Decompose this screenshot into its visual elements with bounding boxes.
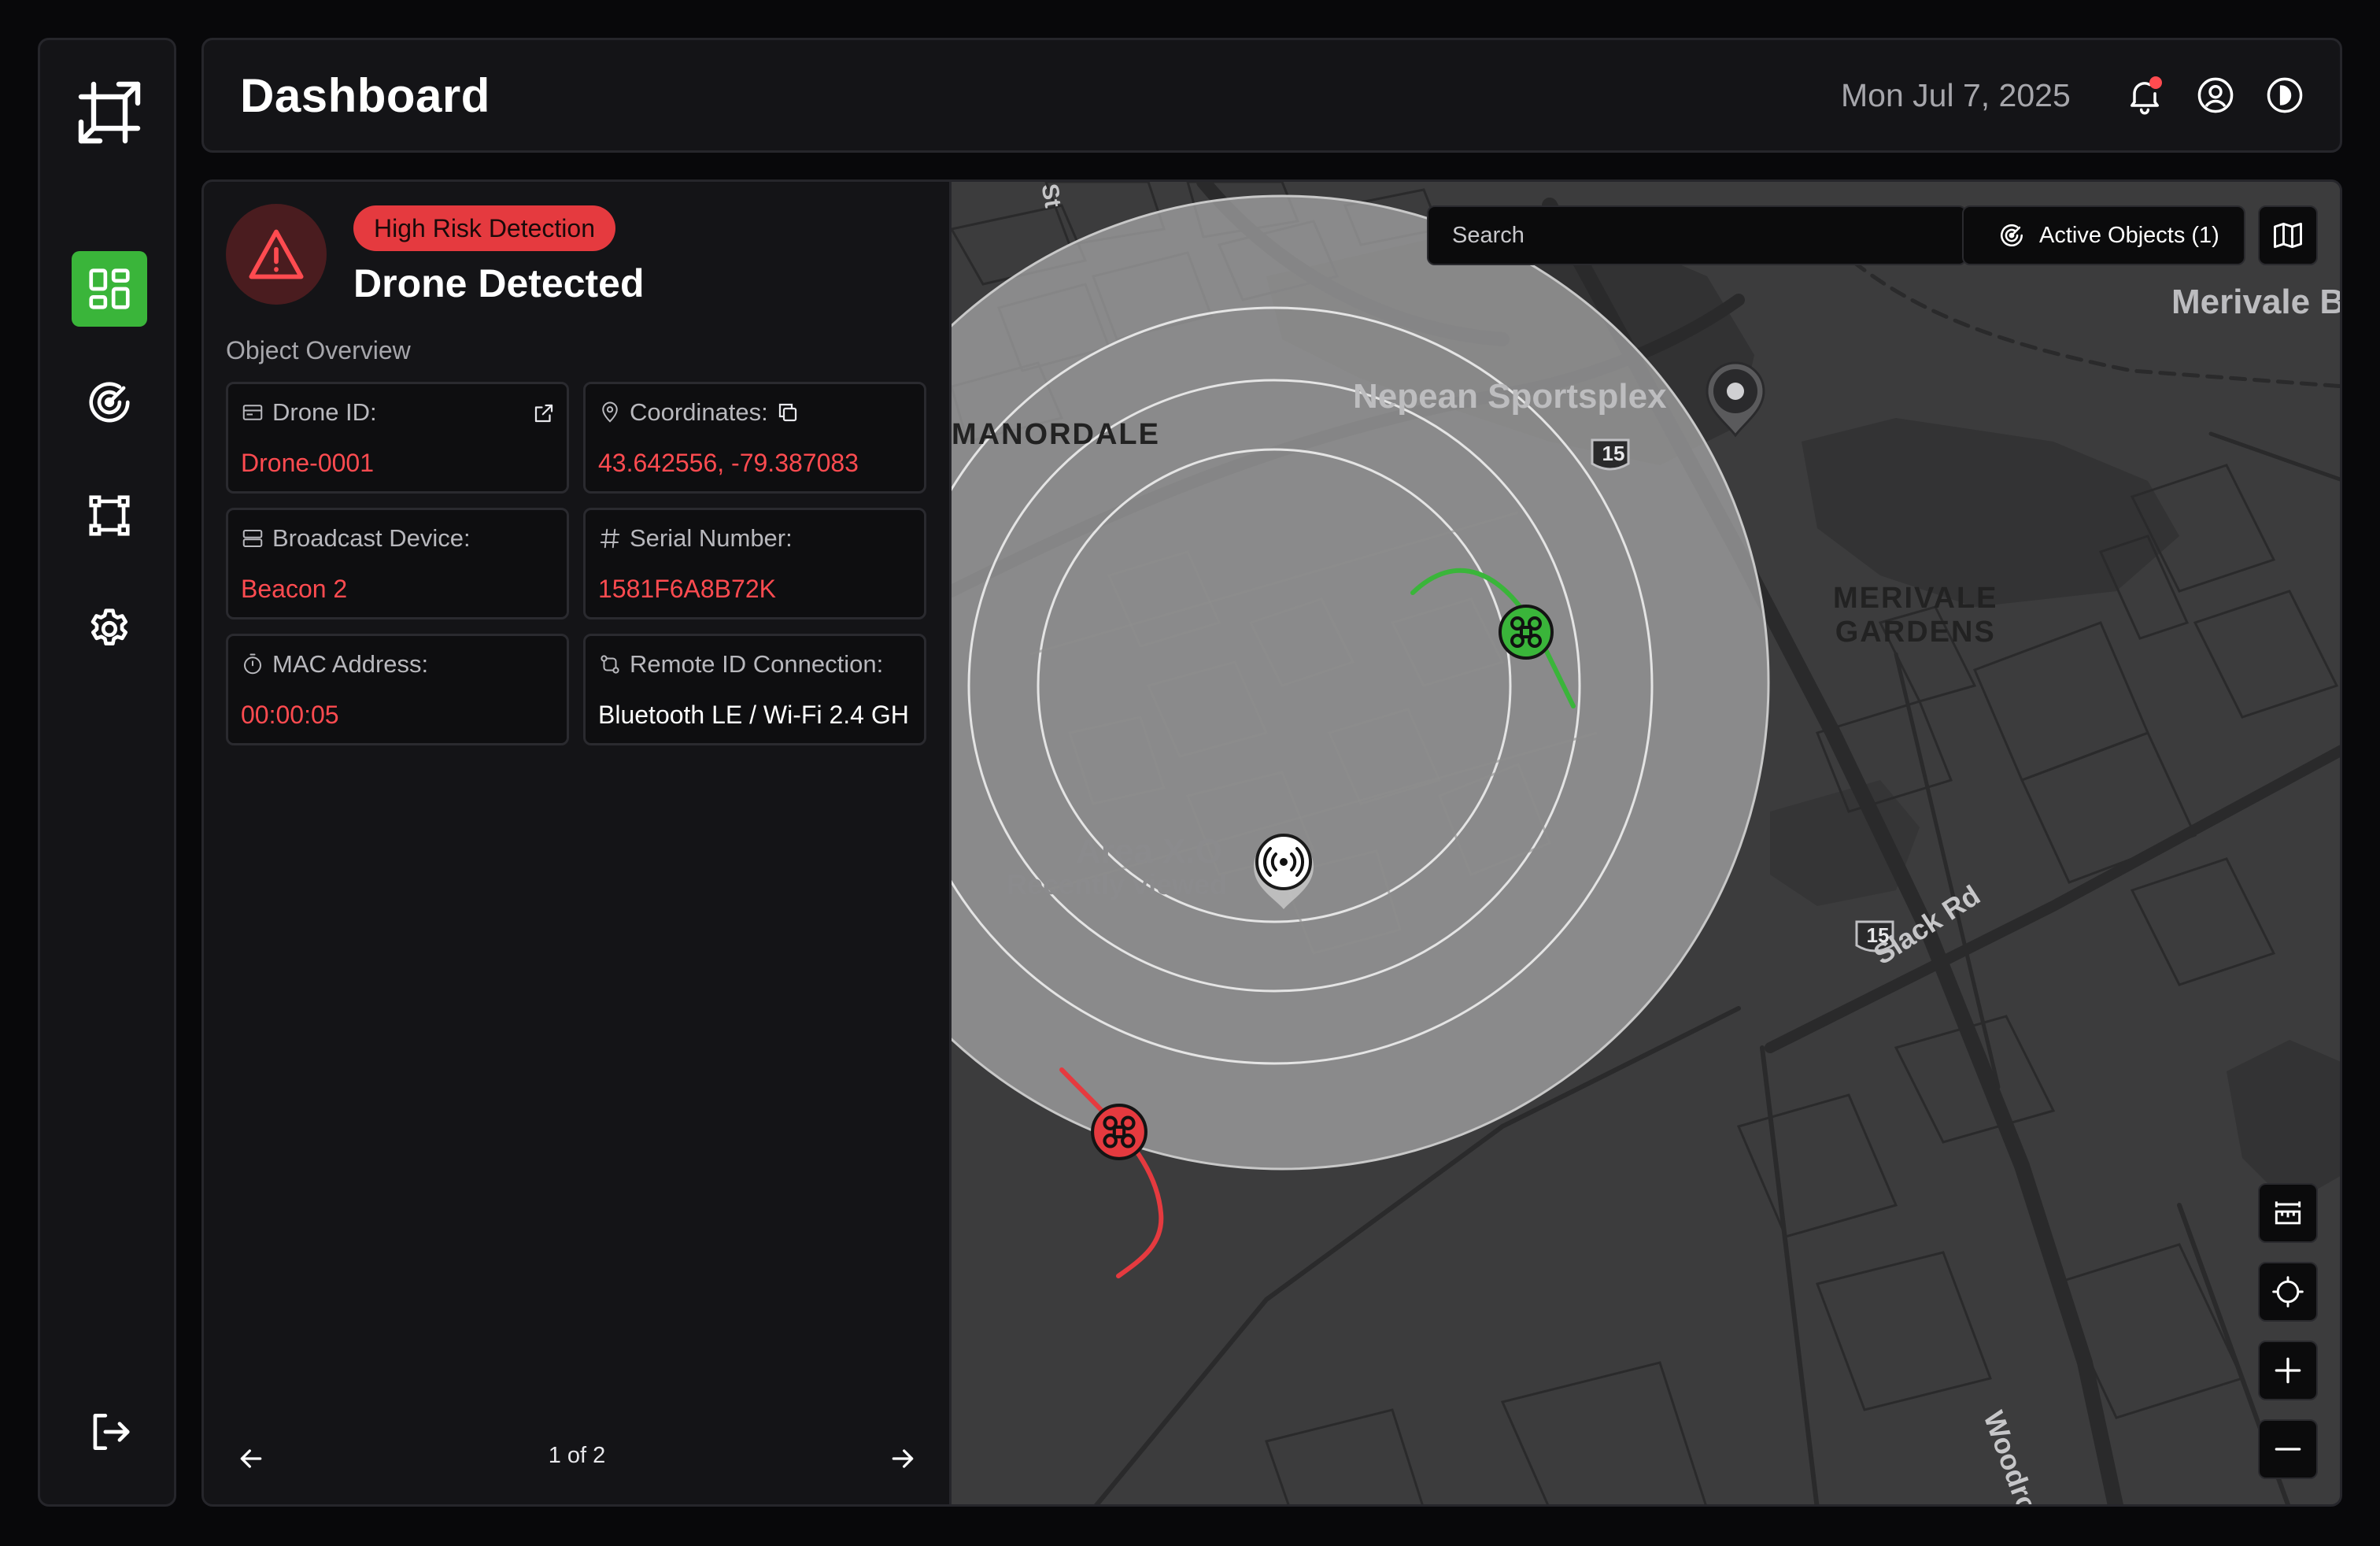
detection-title: Drone Detected xyxy=(353,261,645,305)
coordinates-label: Coordinates: xyxy=(630,398,768,426)
drone-id-value: Drone-0001 xyxy=(241,449,374,477)
nav-zones[interactable] xyxy=(72,478,147,553)
nav-logout[interactable] xyxy=(72,1394,147,1470)
map-label-merivale-b: Merivale B xyxy=(2171,283,2342,321)
hash-icon xyxy=(600,528,620,549)
gear-icon xyxy=(91,608,128,645)
serial-label: Serial Number: xyxy=(630,524,793,552)
friendly-drone-marker[interactable] xyxy=(1498,604,1554,660)
map-layers-button[interactable] xyxy=(2258,205,2318,265)
nav-dashboard[interactable] xyxy=(72,251,147,327)
section-label: Object Overview xyxy=(226,336,411,364)
drone-id-label: Drone ID: xyxy=(272,398,377,426)
nav-settings[interactable] xyxy=(72,591,147,667)
detection-panel: High Risk Detection Drone Detected Objec… xyxy=(201,179,952,1507)
risk-badge: High Risk Detection xyxy=(353,205,615,251)
theme-toggle-button[interactable] xyxy=(2260,70,2310,120)
remote-id-card: Remote ID Connection: Bluetooth LE / Wi-… xyxy=(583,634,926,745)
broadcast-value: Beacon 2 xyxy=(241,575,348,603)
active-objects-button[interactable]: Active Objects (1) xyxy=(1962,205,2245,265)
copy-icon[interactable] xyxy=(776,401,800,424)
map-label-sportsplex: Nepean Sportsplex xyxy=(1353,377,1667,416)
mac-address-card: MAC Address: 00:00:05 xyxy=(226,634,569,745)
bounding-box-icon xyxy=(89,495,130,536)
crop-frame-icon xyxy=(78,81,141,144)
route-label-2: 15 xyxy=(1866,923,1890,947)
map-pin-icon xyxy=(602,401,618,423)
zoom-out-icon xyxy=(2275,1448,2301,1451)
theme-toggle-icon xyxy=(2267,77,2303,113)
mac-label: MAC Address: xyxy=(272,650,429,678)
alert-avatar xyxy=(226,204,327,305)
pagination: 1 of 2 xyxy=(204,1435,950,1482)
route-label-1: 15 xyxy=(1602,442,1625,465)
radar-icon xyxy=(89,382,130,423)
map-view[interactable]: Nepean Sportsplex MANORDALE Merivale B M… xyxy=(949,179,2342,1507)
coordinates-value: 43.642556, -79.387083 xyxy=(598,449,859,477)
map-icon xyxy=(2274,222,2302,249)
zoom-in-button[interactable] xyxy=(2258,1341,2318,1400)
profile-button[interactable] xyxy=(2190,70,2241,120)
sidebar xyxy=(38,38,176,1507)
page-indicator: 1 of 2 xyxy=(548,1443,606,1468)
server-icon xyxy=(242,530,263,547)
id-card-icon xyxy=(242,405,263,420)
drone-icon xyxy=(1091,1104,1148,1160)
current-date: Mon Jul 7, 2025 xyxy=(1841,77,2071,113)
active-objects-label: Active Objects (1) xyxy=(2039,222,2219,248)
search-input[interactable] xyxy=(1428,207,1965,264)
app-logo[interactable] xyxy=(72,75,147,150)
external-link-icon[interactable] xyxy=(532,401,556,425)
poi-marker[interactable] xyxy=(1702,360,1768,438)
measure-button[interactable] xyxy=(2258,1183,2318,1243)
notifications-button[interactable] xyxy=(2119,70,2170,120)
timer-icon xyxy=(244,653,261,675)
serial-number-card: Serial Number: 1581F6A8B72K xyxy=(583,508,926,620)
page-title: Dashboard xyxy=(240,69,490,122)
dashboard-grid-icon xyxy=(89,268,130,309)
warning-triangle-icon xyxy=(249,229,304,279)
map-label-st: St xyxy=(1036,182,1066,210)
nav-radar[interactable] xyxy=(72,364,147,440)
map-label-manordale: MANORDALE xyxy=(952,418,1160,451)
map-pin-icon xyxy=(1706,361,1765,438)
drone-icon xyxy=(1499,605,1554,660)
broadcast-icon xyxy=(1254,834,1314,909)
connection-icon xyxy=(601,655,619,674)
broadcast-device-card: Broadcast Device: Beacon 2 xyxy=(226,508,569,620)
map-label-merivale-gardens: MERIVALE GARDENS xyxy=(1833,582,1998,649)
arrow-right-icon[interactable] xyxy=(887,1443,918,1474)
radar-icon xyxy=(2001,224,2023,246)
user-icon xyxy=(2197,77,2234,113)
map-search[interactable] xyxy=(1427,205,1967,265)
beacon-marker[interactable] xyxy=(1247,827,1320,914)
hostile-drone-marker[interactable] xyxy=(1090,1103,1148,1161)
remote-id-value: Bluetooth LE / Wi-Fi 2.4 GH xyxy=(598,701,909,729)
map-label-area: Area X.O xyxy=(1076,832,1222,871)
locate-icon xyxy=(2272,1276,2304,1307)
zoom-in-icon xyxy=(2275,1357,2301,1384)
coordinates-card: Coordinates: 43.642556, -79.387083 xyxy=(583,382,926,494)
broadcast-label: Broadcast Device: xyxy=(272,524,471,552)
drone-id-card: Drone ID: Drone-0001 xyxy=(226,382,569,494)
top-header: Dashboard Mon Jul 7, 2025 xyxy=(201,38,2342,153)
map-label-recent: Recently viewed xyxy=(1007,868,1228,901)
locate-button[interactable] xyxy=(2258,1262,2318,1322)
remote-id-label: Remote ID Connection: xyxy=(630,650,884,678)
ruler-icon xyxy=(2275,1201,2301,1225)
notification-dot xyxy=(2149,76,2162,89)
mac-value: 00:00:05 xyxy=(241,701,339,729)
zoom-out-button[interactable] xyxy=(2258,1419,2318,1479)
logout-icon xyxy=(93,1414,130,1450)
serial-value: 1581F6A8B72K xyxy=(598,575,776,603)
